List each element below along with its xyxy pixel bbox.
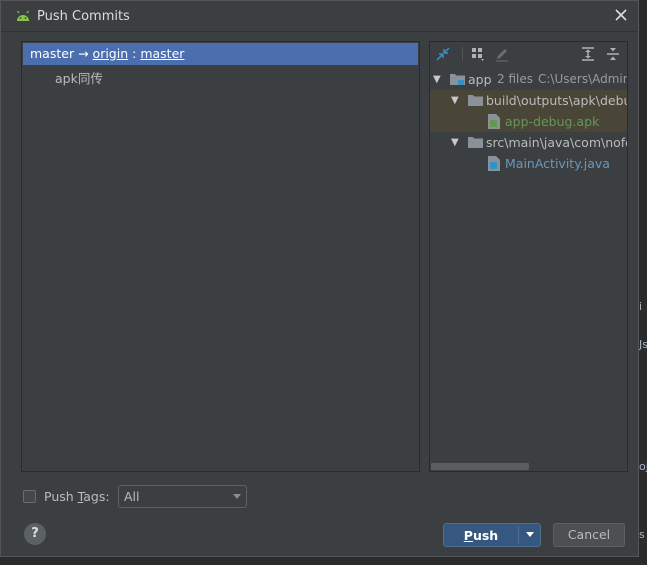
expand-arrow-icon[interactable]: ▼ <box>451 132 461 148</box>
chevron-down-icon <box>233 494 241 499</box>
commits-panel: master → origin : master apk同传 <box>21 41 420 472</box>
file-label: MainActivity.java <box>505 156 610 171</box>
tree-node-folder[interactable]: ▼ src\main\java\com\nofo <box>430 132 627 153</box>
push-dropdown-button[interactable] <box>519 524 541 546</box>
changes-toolbar <box>430 42 627 66</box>
push-button-label: Push <box>444 528 518 543</box>
android-icon <box>17 10 29 21</box>
collapse-all-icon[interactable] <box>605 46 621 62</box>
java-file-icon <box>488 156 500 171</box>
expand-arrow-icon[interactable]: ▼ <box>451 90 461 106</box>
module-path: C:\Users\Admin <box>538 72 627 86</box>
background-text: i <box>639 300 643 313</box>
expand-arrow-icon[interactable]: ▼ <box>433 69 443 85</box>
tree-node-label: app <box>468 72 492 87</box>
group-by-icon[interactable] <box>470 46 486 62</box>
file-count: 2 files <box>497 72 533 86</box>
expand-all-icon[interactable] <box>580 46 596 62</box>
push-tags-label-post: ags: <box>83 489 110 504</box>
branch-separator: : <box>132 46 137 61</box>
cancel-button[interactable]: Cancel <box>553 523 625 547</box>
horizontal-scrollbar[interactable] <box>431 463 529 470</box>
close-button[interactable] <box>612 6 630 24</box>
push-tags-select-value: All <box>124 489 140 504</box>
branch-row[interactable]: master → origin : master <box>23 43 418 65</box>
tree-node-folder[interactable]: ▼ build\outputs\apk\debu <box>430 90 627 111</box>
background-text: s <box>639 528 645 541</box>
push-tags-label: Push Tags: <box>44 489 110 504</box>
folder-icon <box>468 137 483 148</box>
local-branch: master <box>30 46 75 61</box>
tree-node-file[interactable]: MainActivity.java <box>430 153 627 174</box>
file-label: app-debug.apk <box>505 114 600 129</box>
title-bar[interactable]: Push Commits <box>1 1 638 32</box>
push-tags-select[interactable]: All <box>118 485 247 508</box>
push-commits-dialog: Push Commits master → origin : master ap… <box>0 0 639 557</box>
remote-branch-link[interactable]: master <box>140 46 184 61</box>
help-button[interactable]: ? <box>24 523 46 545</box>
apk-file-icon <box>488 114 500 129</box>
changes-panel: ▼ app 2 files C:\Users\Admin ▼ build\out… <box>429 41 628 472</box>
tree-node-app[interactable]: ▼ app 2 files C:\Users\Admin <box>430 69 627 90</box>
push-tags-label-pre: Push <box>44 489 78 504</box>
toolbar-separator <box>462 47 463 61</box>
folder-label: build\outputs\apk\debu <box>486 93 627 108</box>
chevron-down-icon <box>526 532 534 537</box>
push-label-rest: ush <box>472 528 499 543</box>
background-text: Js <box>639 338 647 351</box>
folder-label: src\main\java\com\nofo <box>486 135 627 150</box>
expand-diff-icon[interactable] <box>435 46 451 62</box>
commit-item[interactable]: apk同传 <box>55 68 103 87</box>
branch-arrow: → <box>78 46 89 61</box>
module-folder-icon <box>450 74 465 85</box>
close-icon <box>615 9 627 21</box>
tree-node-file[interactable]: app-debug.apk <box>430 111 627 132</box>
dialog-title: Push Commits <box>37 9 130 24</box>
edit-icon[interactable] <box>494 46 510 62</box>
changes-tree: ▼ app 2 files C:\Users\Admin ▼ build\out… <box>430 69 627 461</box>
push-mnemonic: P <box>463 528 473 543</box>
push-button[interactable]: Push <box>443 523 541 547</box>
background-text: oj <box>639 460 647 473</box>
folder-icon <box>468 95 483 106</box>
push-tags-checkbox[interactable] <box>23 490 36 503</box>
remote-name-link[interactable]: origin <box>93 46 129 61</box>
